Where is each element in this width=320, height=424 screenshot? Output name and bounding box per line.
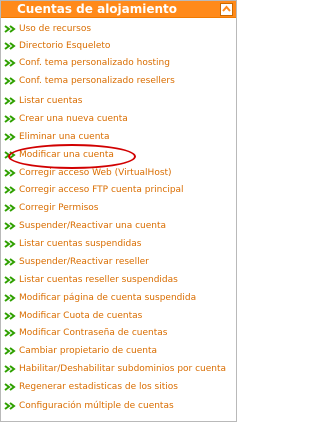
menu-item-label: Habilitar/Deshabilitar subdominios por c… — [19, 364, 227, 374]
menu-item-regenerar-estadisticas[interactable]: Regenerar estadisticas de los sitios — [4, 379, 178, 395]
menu-item-eliminar-cuenta[interactable]: Eliminar una cuenta — [4, 129, 109, 145]
menu-item-label: Conf. tema personalizado resellers — [19, 76, 175, 86]
menu-item-label: Modificar Contraseña de cuentas — [19, 328, 168, 338]
double-chevron-icon — [4, 258, 16, 266]
double-chevron-icon — [4, 169, 16, 177]
menu-item-modificar-cuenta[interactable]: Modificar una cuenta — [4, 147, 114, 163]
menu-item-label: Suspender/Reactivar una cuenta — [19, 221, 167, 231]
double-chevron-icon — [4, 25, 16, 33]
menu-item-listar-reseller-suspendidas[interactable]: Listar cuentas reseller suspendidas — [4, 272, 178, 288]
menu-item-label: Configuración múltiple de cuentas — [19, 401, 174, 411]
menu-item-label: Corregir acceso FTP cuenta principal — [19, 185, 184, 195]
menu-item-modificar-cuota[interactable]: Modificar Cuota de cuentas — [4, 308, 142, 324]
hosting-accounts-panel: Cuentas de alojamiento Uso de recursos D… — [0, 0, 237, 422]
menu-item-cambiar-propietario[interactable]: Cambiar propietario de cuenta — [4, 343, 157, 359]
double-chevron-icon — [4, 383, 16, 391]
menu-item-label: Modificar una cuenta — [19, 150, 114, 160]
double-chevron-icon — [4, 365, 16, 373]
double-chevron-icon — [4, 347, 16, 355]
menu-item-label: Conf. tema personalizado hosting — [19, 58, 170, 68]
double-chevron-icon — [4, 77, 16, 85]
double-chevron-icon — [4, 240, 16, 248]
menu-item-modificar-contrasena[interactable]: Modificar Contraseña de cuentas — [4, 325, 167, 341]
menu-item-tema-resellers[interactable]: Conf. tema personalizado resellers — [4, 73, 175, 89]
menu-item-label: Modificar Cuota de cuentas — [19, 311, 143, 321]
collapse-arrow-icon[interactable] — [220, 3, 233, 16]
menu-item-label: Uso de recursos — [19, 24, 92, 34]
menu-item-suspender-cuenta[interactable]: Suspender/Reactivar una cuenta — [4, 218, 166, 234]
menu-item-label: Suspender/Reactivar reseller — [19, 257, 149, 267]
menu-item-label: Listar cuentas reseller suspendidas — [19, 275, 178, 285]
menu-item-crear-cuenta[interactable]: Crear una nueva cuenta — [4, 111, 128, 127]
menu-item-listar-suspendidas[interactable]: Listar cuentas suspendidas — [4, 236, 141, 252]
double-chevron-icon — [4, 97, 16, 105]
menu-item-configuracion-multiple[interactable]: Configuración múltiple de cuentas — [4, 398, 174, 414]
menu-item-label: Listar cuentas suspendidas — [19, 239, 142, 249]
double-chevron-icon — [4, 115, 16, 123]
menu-item-label: Eliminar una cuenta — [19, 132, 110, 142]
menu-item-listar-cuentas[interactable]: Listar cuentas — [4, 93, 82, 109]
menu-item-corregir-permisos[interactable]: Corregir Permisos — [4, 200, 98, 216]
double-chevron-icon — [4, 222, 16, 230]
menu-item-label: Directorio Esqueleto — [19, 41, 111, 51]
double-chevron-icon — [4, 312, 16, 320]
double-chevron-icon — [4, 276, 16, 284]
menu-item-uso-de-recursos[interactable]: Uso de recursos — [4, 21, 91, 37]
menu-item-subdominios[interactable]: Habilitar/Deshabilitar subdominios por c… — [4, 361, 226, 377]
double-chevron-icon — [4, 186, 16, 194]
menu-item-label: Cambiar propietario de cuenta — [19, 346, 157, 356]
double-chevron-icon — [4, 42, 16, 50]
menu-item-tema-hosting[interactable]: Conf. tema personalizado hosting — [4, 55, 170, 71]
menu-item-directorio-esqueleto[interactable]: Directorio Esqueleto — [4, 38, 110, 54]
menu-item-corregir-acceso-ftp[interactable]: Corregir acceso FTP cuenta principal — [4, 182, 184, 198]
double-chevron-icon — [4, 329, 16, 337]
double-chevron-icon — [4, 402, 16, 410]
menu-item-label: Corregir acceso Web (VirtualHost) — [19, 168, 172, 178]
double-chevron-icon — [4, 204, 16, 212]
menu-item-pagina-suspendida[interactable]: Modificar página de cuenta suspendida — [4, 290, 196, 306]
double-chevron-icon — [4, 133, 16, 141]
panel-title: Cuentas de alojamiento — [17, 2, 178, 16]
double-chevron-icon — [4, 59, 16, 67]
panel-header: Cuentas de alojamiento — [1, 1, 236, 18]
menu-item-label: Corregir Permisos — [19, 203, 99, 213]
double-chevron-icon — [4, 294, 16, 302]
menu-item-corregir-acceso-web[interactable]: Corregir acceso Web (VirtualHost) — [4, 165, 172, 181]
menu-item-label: Listar cuentas — [19, 96, 83, 106]
menu-item-label: Regenerar estadisticas de los sitios — [19, 382, 178, 392]
double-chevron-icon — [4, 151, 16, 159]
menu-item-suspender-reseller[interactable]: Suspender/Reactivar reseller — [4, 254, 149, 270]
menu-item-label: Crear una nueva cuenta — [19, 114, 128, 124]
menu-item-label: Modificar página de cuenta suspendida — [19, 293, 197, 303]
